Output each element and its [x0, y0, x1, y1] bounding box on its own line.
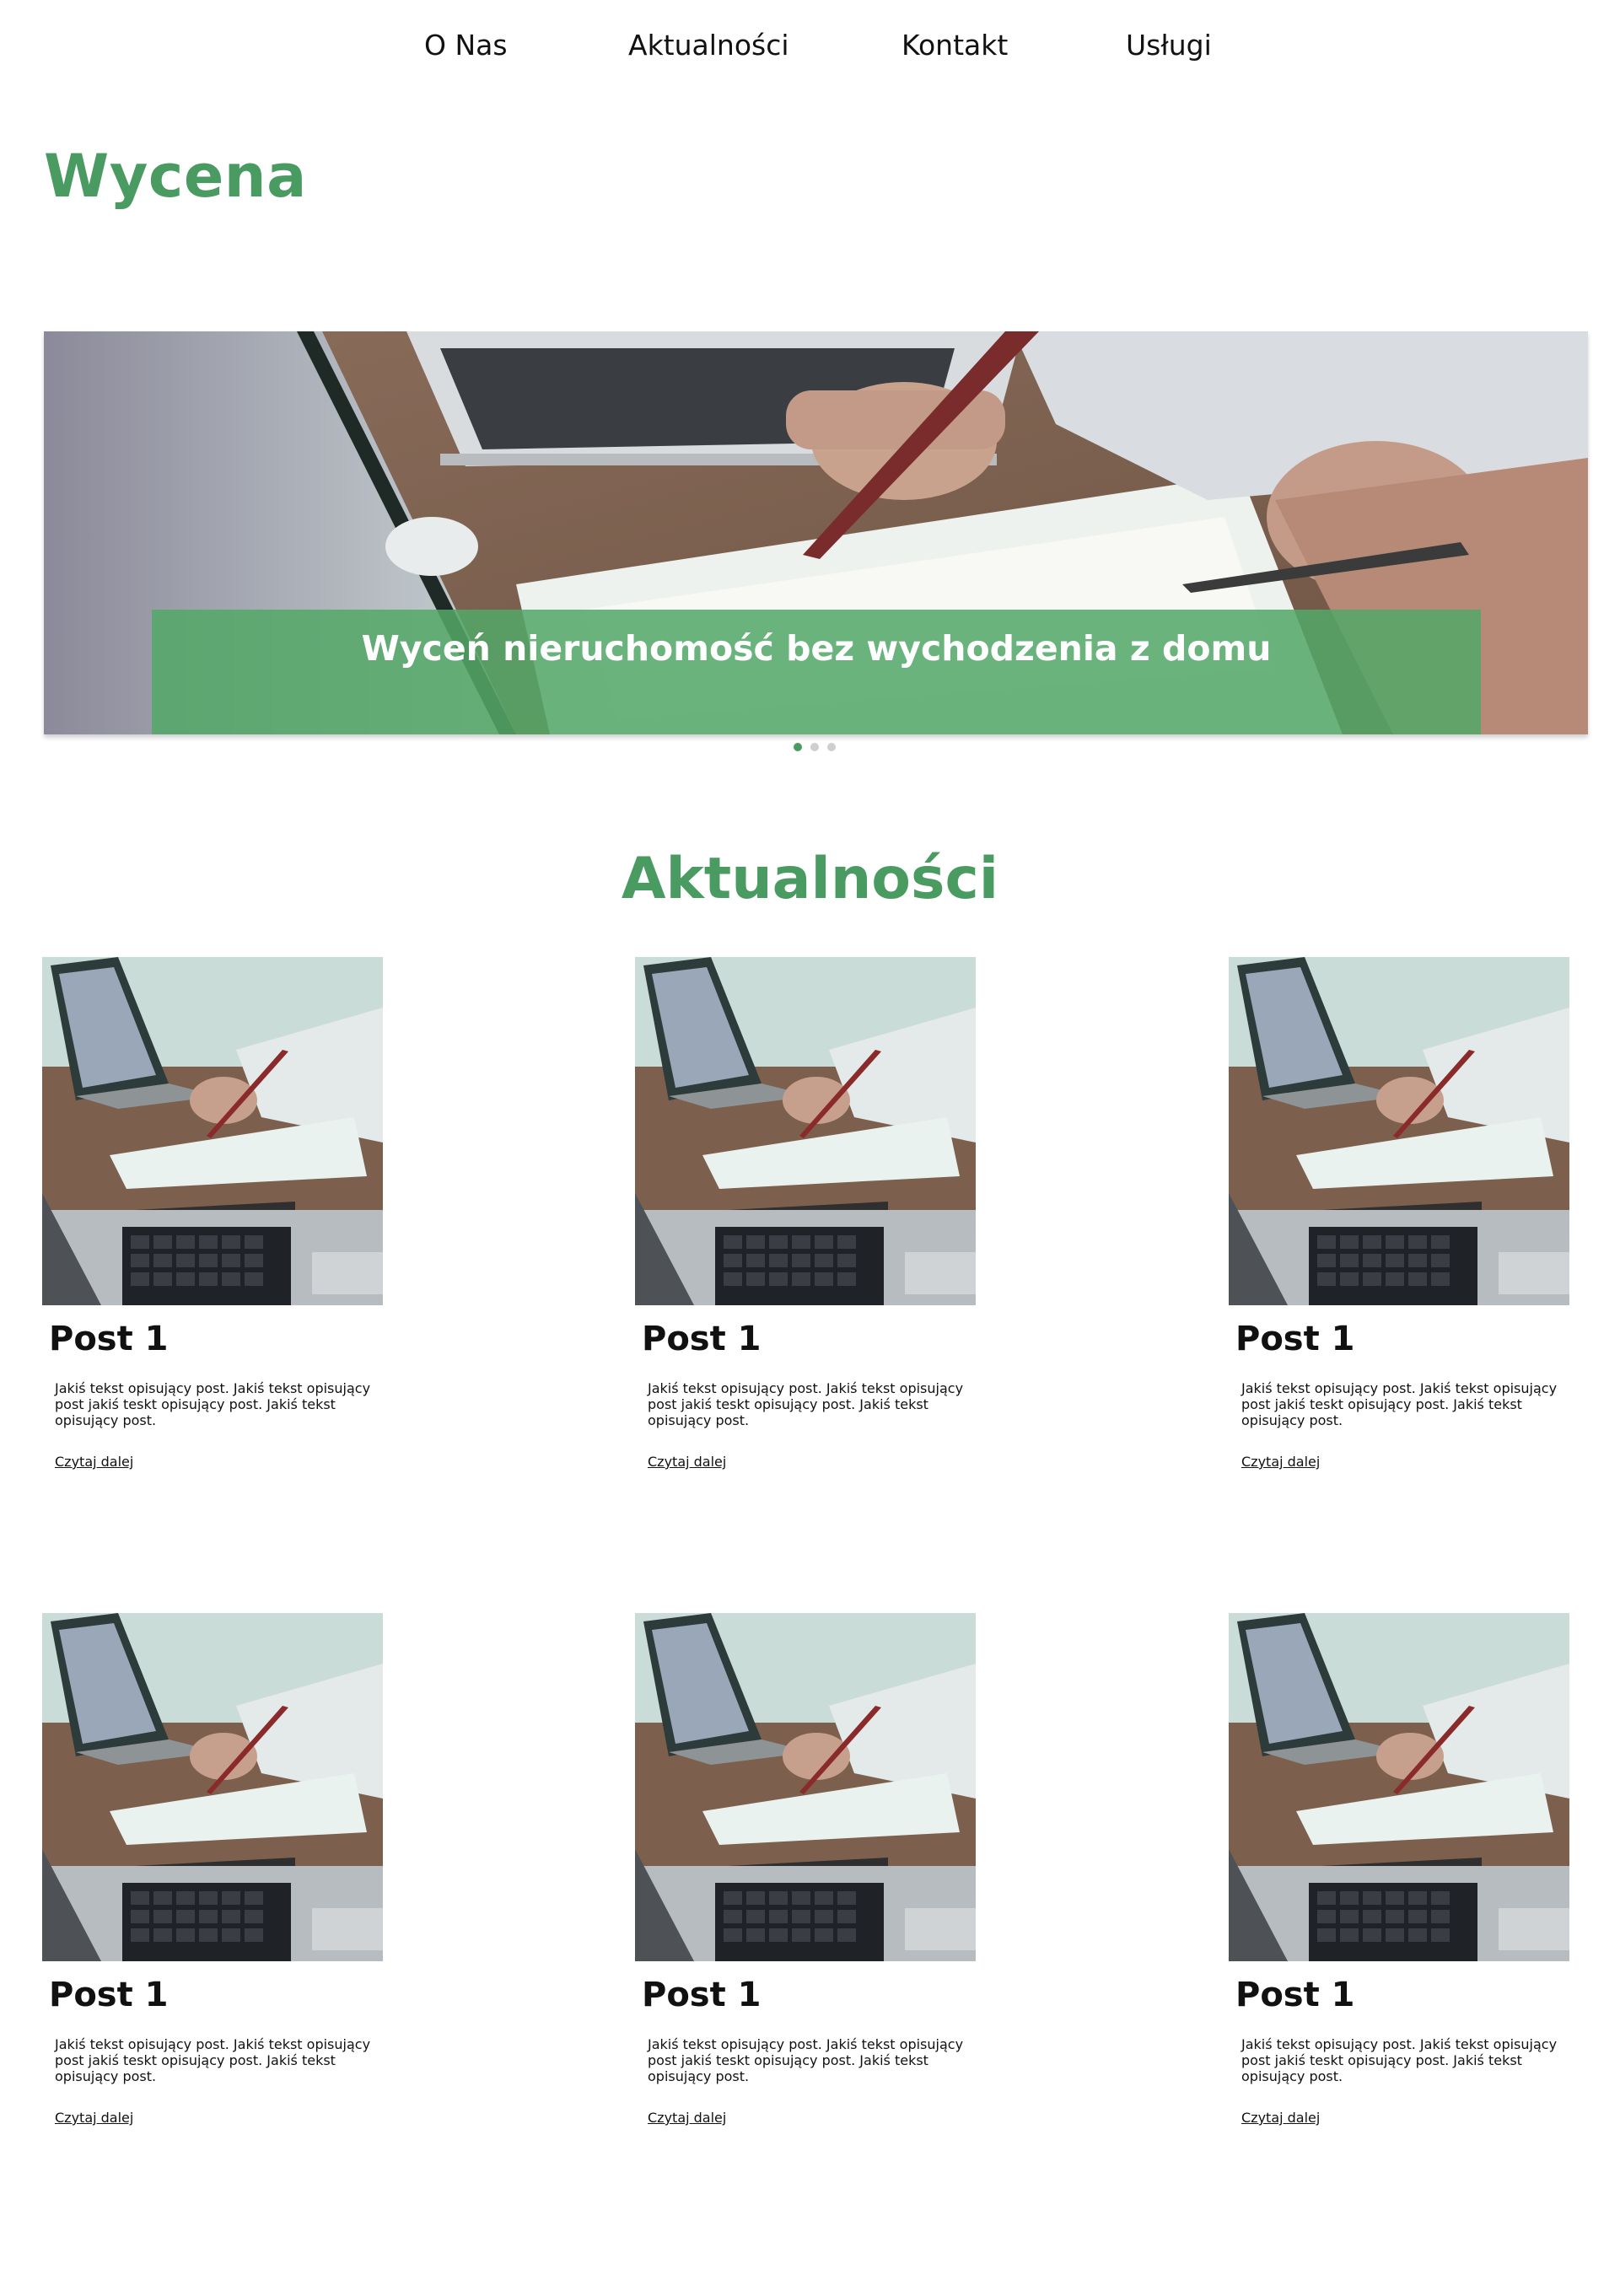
post-image	[42, 1613, 383, 1961]
read-more-link[interactable]: Czytaj dalej	[55, 2110, 133, 2126]
post-excerpt: Jakiś tekst opisujący post. Jakiś tekst …	[55, 1380, 371, 1428]
nav-link-uslugi[interactable]: Usługi	[1126, 29, 1212, 62]
read-more-link[interactable]: Czytaj dalej	[648, 2110, 726, 2126]
read-more-link[interactable]: Czytaj dalej	[55, 1454, 133, 1470]
post-excerpt: Jakiś tekst opisujący post. Jakiś tekst …	[55, 2036, 371, 2084]
slide-caption-text: Wyceń nieruchomość bez wychodzenia z dom…	[361, 628, 1272, 669]
post-title[interactable]: Post 1	[1235, 1976, 1354, 2014]
news-section-title: Aktualności	[621, 846, 999, 912]
post-thumbnail[interactable]	[1229, 957, 1569, 1305]
read-more-link[interactable]: Czytaj dalej	[1241, 1454, 1320, 1470]
post-image	[1229, 1613, 1569, 1961]
post-thumbnail[interactable]	[42, 1613, 383, 1961]
post-excerpt: Jakiś tekst opisujący post. Jakiś tekst …	[648, 2036, 964, 2084]
slider-dot-1[interactable]	[794, 743, 802, 751]
post-excerpt: Jakiś tekst opisujący post. Jakiś tekst …	[1241, 2036, 1558, 2084]
post-image	[42, 957, 383, 1305]
slider-dot-3[interactable]	[827, 743, 836, 751]
post-title[interactable]: Post 1	[1235, 1320, 1354, 1358]
post-image	[1229, 957, 1569, 1305]
post-excerpt: Jakiś tekst opisujący post. Jakiś tekst …	[1241, 1380, 1558, 1428]
site-title: Wycena	[44, 142, 307, 211]
post-title[interactable]: Post 1	[642, 1976, 761, 2014]
post-thumbnail[interactable]	[1229, 1613, 1569, 1961]
post-thumbnail[interactable]	[635, 957, 976, 1305]
slider-dot-2[interactable]	[810, 743, 819, 751]
post-title[interactable]: Post 1	[642, 1320, 761, 1358]
main-nav: O Nas Aktualności Kontakt Usługi	[0, 29, 1620, 71]
nav-link-kontakt[interactable]: Kontakt	[901, 29, 1008, 62]
post-excerpt: Jakiś tekst opisujący post. Jakiś tekst …	[648, 1380, 964, 1428]
post-thumbnail[interactable]	[42, 957, 383, 1305]
read-more-link[interactable]: Czytaj dalej	[1241, 2110, 1320, 2126]
hero-slider[interactable]: Wyceń nieruchomość bez wychodzenia z dom…	[44, 331, 1588, 734]
nav-link-o-nas[interactable]: O Nas	[424, 29, 508, 62]
post-title[interactable]: Post 1	[49, 1320, 168, 1358]
nav-link-aktualnosci[interactable]: Aktualności	[628, 29, 789, 62]
post-title[interactable]: Post 1	[49, 1976, 168, 2014]
slider-dots	[794, 743, 844, 753]
post-image	[635, 957, 976, 1305]
slide-caption: Wyceń nieruchomość bez wychodzenia z dom…	[152, 610, 1481, 734]
read-more-link[interactable]: Czytaj dalej	[648, 1454, 726, 1470]
post-thumbnail[interactable]	[635, 1613, 976, 1961]
post-image	[635, 1613, 976, 1961]
